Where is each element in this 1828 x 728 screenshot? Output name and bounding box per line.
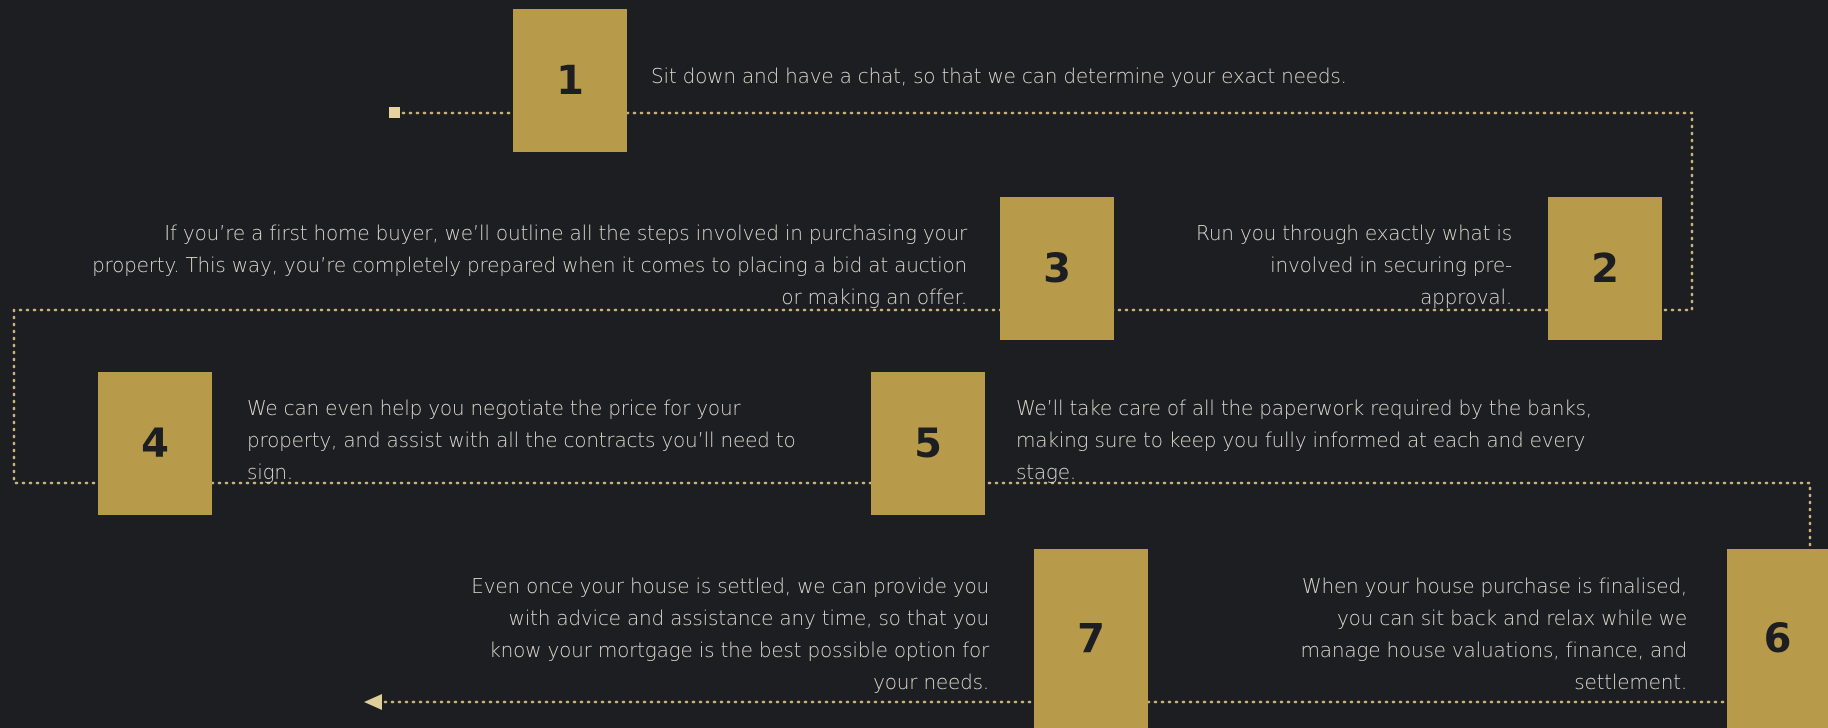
step-7-text: Even once your house is settled, we can … xyxy=(471,574,989,694)
step-7-number-box: 7 xyxy=(1034,549,1148,728)
step-2-text: Run you through exactly what is involved… xyxy=(1196,221,1512,309)
step-3-number-box: 3 xyxy=(1000,197,1114,340)
process-diagram: 1 Sit down and have a chat, so that we c… xyxy=(0,0,1828,728)
step-2-number-box: 2 xyxy=(1548,197,1662,340)
step-6-number-box: 6 xyxy=(1727,549,1828,728)
step-1-number: 1 xyxy=(556,57,584,104)
step-1-text: Sit down and have a chat, so that we can… xyxy=(651,64,1347,88)
step-3-number: 3 xyxy=(1043,245,1071,292)
step-5-number-box: 5 xyxy=(871,372,985,515)
step-4-number-box: 4 xyxy=(98,372,212,515)
step-2-number: 2 xyxy=(1591,245,1619,292)
step-4-number: 4 xyxy=(141,420,169,467)
square-marker xyxy=(389,107,400,118)
step-4-text: We can even help you negotiate the price… xyxy=(247,396,796,484)
step-6-number: 6 xyxy=(1763,615,1792,662)
step-3-text: If you’re a first home buyer, we’ll outl… xyxy=(92,221,967,309)
arrowhead-left-icon xyxy=(364,694,382,710)
step-5-number: 5 xyxy=(914,420,942,467)
step-1-number-box: 1 xyxy=(513,9,627,152)
step-5-text: We’ll take care of all the paperwork req… xyxy=(1016,396,1592,484)
step-7-number: 7 xyxy=(1077,615,1105,662)
step-6-text: When your house purchase is finalised, y… xyxy=(1300,574,1688,694)
